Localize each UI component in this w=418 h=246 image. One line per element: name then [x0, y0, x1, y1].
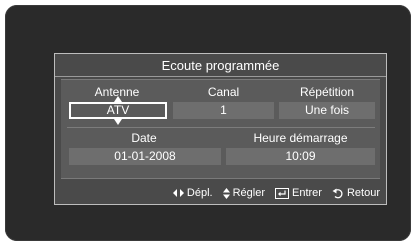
antenne-value[interactable]: ATV [69, 96, 167, 125]
enter-hint-label: Entrer [292, 187, 322, 199]
heure-value[interactable]: 10:09 [226, 148, 375, 165]
adjust-hint: Régler [222, 187, 265, 199]
navigation-hints: Dépl. Régler Entrer Retour [55, 181, 386, 205]
repetition-label: Répétition [299, 85, 355, 99]
date-value[interactable]: 01-01-2008 [69, 148, 221, 165]
settings-panel: Antenne Canal Répétition ATV 1 Une fois … [61, 79, 380, 179]
canal-label: Canal [207, 85, 240, 99]
down-arrow-icon [114, 119, 122, 125]
left-right-arrows-icon [172, 189, 184, 197]
antenne-value-text: ATV [106, 103, 130, 117]
adjust-hint-label: Régler [232, 187, 265, 199]
canal-value[interactable]: 1 [173, 102, 274, 119]
back-hint: Retour [332, 187, 380, 199]
move-hint: Dépl. [172, 187, 213, 199]
scheduled-watch-dialog: Ecoute programmée Antenne Canal Répétiti… [54, 53, 387, 205]
back-hint-label: Retour [346, 187, 380, 199]
date-label: Date [131, 131, 157, 145]
dialog-title: Ecoute programmée [55, 54, 386, 77]
enter-hint: Entrer [275, 187, 322, 199]
up-arrow-icon [114, 96, 122, 102]
row-divider [67, 127, 375, 128]
repetition-value[interactable]: Une fois [279, 102, 375, 119]
enter-key-icon [275, 187, 289, 199]
return-arrow-icon [332, 188, 344, 199]
move-hint-label: Dépl. [186, 187, 213, 199]
up-down-arrows-icon [222, 187, 230, 199]
heure-label: Heure démarrage [253, 131, 348, 145]
